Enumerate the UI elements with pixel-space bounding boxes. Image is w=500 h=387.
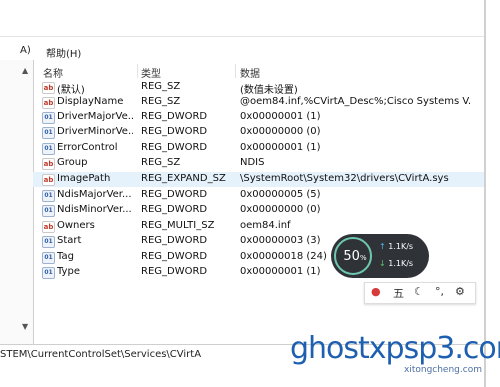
value-name: Group — [57, 157, 88, 168]
string-value-icon: ab — [42, 82, 55, 94]
value-name: Owners — [57, 220, 95, 231]
gear-icon[interactable]: ⚙ — [455, 285, 465, 298]
upload-arrow-icon: ↑ — [379, 242, 386, 251]
table-row[interactable]: 01 DriverMajorVe... REG_DWORD 0x00000001… — [33, 110, 484, 125]
menu-help[interactable]: 帮助(H) — [46, 45, 81, 60]
wubi-icon[interactable]: 五 — [393, 285, 404, 301]
value-data: (数值未设置) — [240, 85, 298, 96]
registry-path: STEM\CurrentControlSet\Services\CVirtA — [0, 349, 202, 360]
table-row[interactable]: ab Group REG_SZ NDIS — [33, 156, 484, 171]
value-data: oem84.inf — [240, 220, 291, 231]
value-type: REG_DWORD — [141, 266, 208, 277]
window-right-edge — [484, 0, 486, 387]
memory-usage-ring: 50% — [334, 237, 372, 275]
table-row[interactable]: 01 NdisMajorVer... REG_DWORD 0x00000005 … — [33, 188, 484, 203]
menu-edit-fragment[interactable]: A) — [20, 45, 31, 56]
table-row[interactable]: ab Owners REG_MULTI_SZ oem84.inf — [33, 219, 484, 234]
site-watermark-sub: xitongcheng.com — [404, 365, 482, 375]
column-divider[interactable] — [137, 64, 138, 78]
value-name: ErrorControl — [57, 142, 118, 153]
string-value-icon: ab — [42, 174, 55, 186]
value-name: DisplayName — [57, 96, 124, 107]
binary-value-icon: 01 — [42, 127, 55, 139]
ime-toolbar: ● 五 ☾ °, ⚙ — [364, 282, 476, 304]
key-tree-pane[interactable]: ▲ ▼ — [0, 60, 34, 344]
value-data: 0x00000001 (1) — [240, 111, 321, 122]
value-name: (默认) — [57, 85, 85, 96]
value-data: 0x00000000 (0) — [240, 204, 321, 215]
column-divider[interactable] — [235, 64, 236, 78]
value-data: 0x00000001 (1) — [240, 142, 321, 153]
usage-percent: 50% — [343, 249, 367, 264]
value-data: \SystemRoot\System32\drivers\CVirtA.sys — [240, 173, 449, 184]
value-name: NdisMajorVer... — [57, 189, 132, 200]
binary-value-icon: 01 — [42, 236, 55, 248]
value-type: REG_DWORD — [141, 251, 208, 262]
value-type: REG_DWORD — [141, 111, 208, 122]
value-type: REG_SZ — [141, 157, 181, 168]
site-watermark: ghostxpsp3.com — [290, 331, 500, 366]
window-top-edge — [0, 36, 486, 37]
value-type: REG_DWORD — [141, 142, 208, 153]
value-name: DriverMinorVe... — [57, 126, 133, 137]
value-type: REG_SZ — [141, 81, 181, 92]
list-header: 名称 类型 数据 — [33, 62, 484, 80]
scroll-down-icon[interactable]: ▼ — [22, 322, 28, 331]
value-name: Tag — [57, 251, 74, 262]
column-header-type[interactable]: 类型 — [141, 65, 161, 80]
value-data: 0x00000005 (5) — [240, 189, 321, 200]
upload-speed: ↑ 1.1K/s — [379, 242, 414, 251]
string-value-icon: ab — [42, 158, 55, 170]
scroll-up-icon[interactable]: ▲ — [22, 66, 28, 75]
value-type: REG_EXPAND_SZ — [141, 173, 226, 184]
value-type: REG_DWORD — [141, 235, 208, 246]
value-name: ImagePath — [57, 173, 111, 184]
value-name: Start — [57, 235, 82, 246]
string-value-icon: ab — [42, 97, 55, 109]
table-row-selected[interactable]: ab ImagePath REG_EXPAND_SZ \SystemRoot\S… — [33, 172, 484, 187]
download-arrow-icon: ↓ — [379, 259, 386, 268]
binary-value-icon: 01 — [42, 267, 55, 279]
binary-value-icon: 01 — [42, 205, 55, 217]
binary-value-icon: 01 — [42, 143, 55, 155]
binary-value-icon: 01 — [42, 190, 55, 202]
table-row[interactable]: ab DisplayName REG_SZ @oem84.inf,%CVirtA… — [33, 95, 484, 110]
table-row[interactable]: 01 NdisMinorVer... REG_DWORD 0x00000000 … — [33, 203, 484, 218]
value-name: Type — [57, 266, 80, 277]
table-row[interactable]: 01 ErrorControl REG_DWORD 0x00000001 (1) — [33, 141, 484, 156]
network-speed-widget[interactable]: 50% ↑ 1.1K/s ↓ 1.1K/s — [331, 234, 429, 278]
value-data: @oem84.inf,%CVirtA_Desc%;Cisco Systems V… — [240, 96, 472, 107]
value-type: REG_SZ — [141, 96, 181, 107]
value-data: 0x00000000 (0) — [240, 126, 321, 137]
punctuation-icon[interactable]: °, — [435, 285, 444, 298]
column-header-name[interactable]: 名称 — [43, 65, 63, 80]
download-speed: ↓ 1.1K/s — [379, 259, 414, 268]
binary-value-icon: 01 — [42, 252, 55, 264]
value-type: REG_DWORD — [141, 126, 208, 137]
string-value-icon: ab — [42, 221, 55, 233]
moon-icon[interactable]: ☾ — [414, 285, 424, 298]
value-name: NdisMinorVer... — [57, 204, 132, 215]
paw-icon[interactable]: ● — [371, 285, 381, 298]
binary-value-icon: 01 — [42, 112, 55, 124]
table-row[interactable]: 01 DriverMinorVe... REG_DWORD 0x00000000… — [33, 125, 484, 140]
column-header-data[interactable]: 数据 — [240, 65, 260, 80]
value-name: DriverMajorVe... — [57, 111, 133, 122]
value-type: REG_MULTI_SZ — [141, 220, 215, 231]
value-type: REG_DWORD — [141, 189, 208, 200]
table-row[interactable]: ab (默认) REG_SZ (数值未设置) — [33, 80, 484, 96]
menu-bar: A) 帮助(H) — [0, 44, 500, 60]
value-data: NDIS — [240, 157, 265, 168]
value-type: REG_DWORD — [141, 204, 208, 215]
